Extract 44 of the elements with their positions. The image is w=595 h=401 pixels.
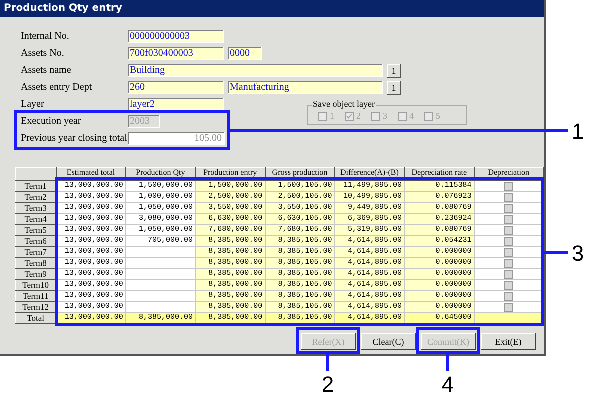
field-label: Assets name: [21, 65, 72, 76]
table-cell: [126, 246, 196, 258]
leader-line: [326, 353, 330, 371]
input-field: 2003: [128, 115, 160, 128]
dialog-button[interactable]: Clear(C): [361, 333, 416, 350]
table-cell: [126, 280, 196, 290]
window-title: Production Qty entry: [0, 0, 544, 17]
callout-number: 3: [572, 241, 584, 266]
checkbox[interactable]: [318, 112, 327, 120]
callout-number: 4: [442, 372, 454, 397]
input-field[interactable]: 260: [128, 81, 224, 94]
input-field[interactable]: Manufacturing: [228, 81, 383, 94]
table-cell: [126, 290, 196, 302]
field-label: Internal No.: [21, 31, 70, 42]
checkbox-label: 3: [383, 111, 388, 121]
field-label: Assets No.: [21, 48, 66, 59]
input-field[interactable]: Building: [128, 64, 383, 77]
checkbox-label: 4: [410, 111, 414, 121]
checkbox-label: 1: [330, 111, 334, 121]
leader-line: [543, 252, 568, 254]
lookup-button[interactable]: 1: [387, 64, 401, 78]
group-title: Save object layer: [312, 99, 376, 110]
callout-number: 1: [572, 119, 584, 144]
checkbox[interactable]: [371, 112, 380, 120]
dialog-button[interactable]: Exit(E): [481, 333, 536, 350]
table-cell: [126, 258, 196, 268]
input-field: 105.00: [128, 132, 225, 145]
input-field[interactable]: 700f030400003: [128, 47, 224, 60]
table-cell: [126, 302, 196, 312]
checkbox[interactable]: [424, 112, 433, 120]
field-label: Layer: [21, 99, 46, 110]
input-field[interactable]: layer2: [128, 98, 224, 111]
checkbox-label: 5: [436, 111, 440, 121]
field-label: Assets entry Dept: [21, 82, 94, 93]
checkbox-label: 2: [356, 111, 361, 121]
field-label: Execution year: [21, 116, 82, 127]
checkbox[interactable]: [398, 112, 406, 120]
checkbox[interactable]: [344, 112, 354, 120]
lookup-button[interactable]: 1: [387, 80, 401, 94]
table-cell: [126, 268, 196, 280]
input-field[interactable]: 000000000003: [128, 30, 224, 43]
leader-line: [446, 353, 450, 371]
input-field[interactable]: 0000: [228, 47, 262, 60]
callout-number: 2: [322, 372, 334, 397]
